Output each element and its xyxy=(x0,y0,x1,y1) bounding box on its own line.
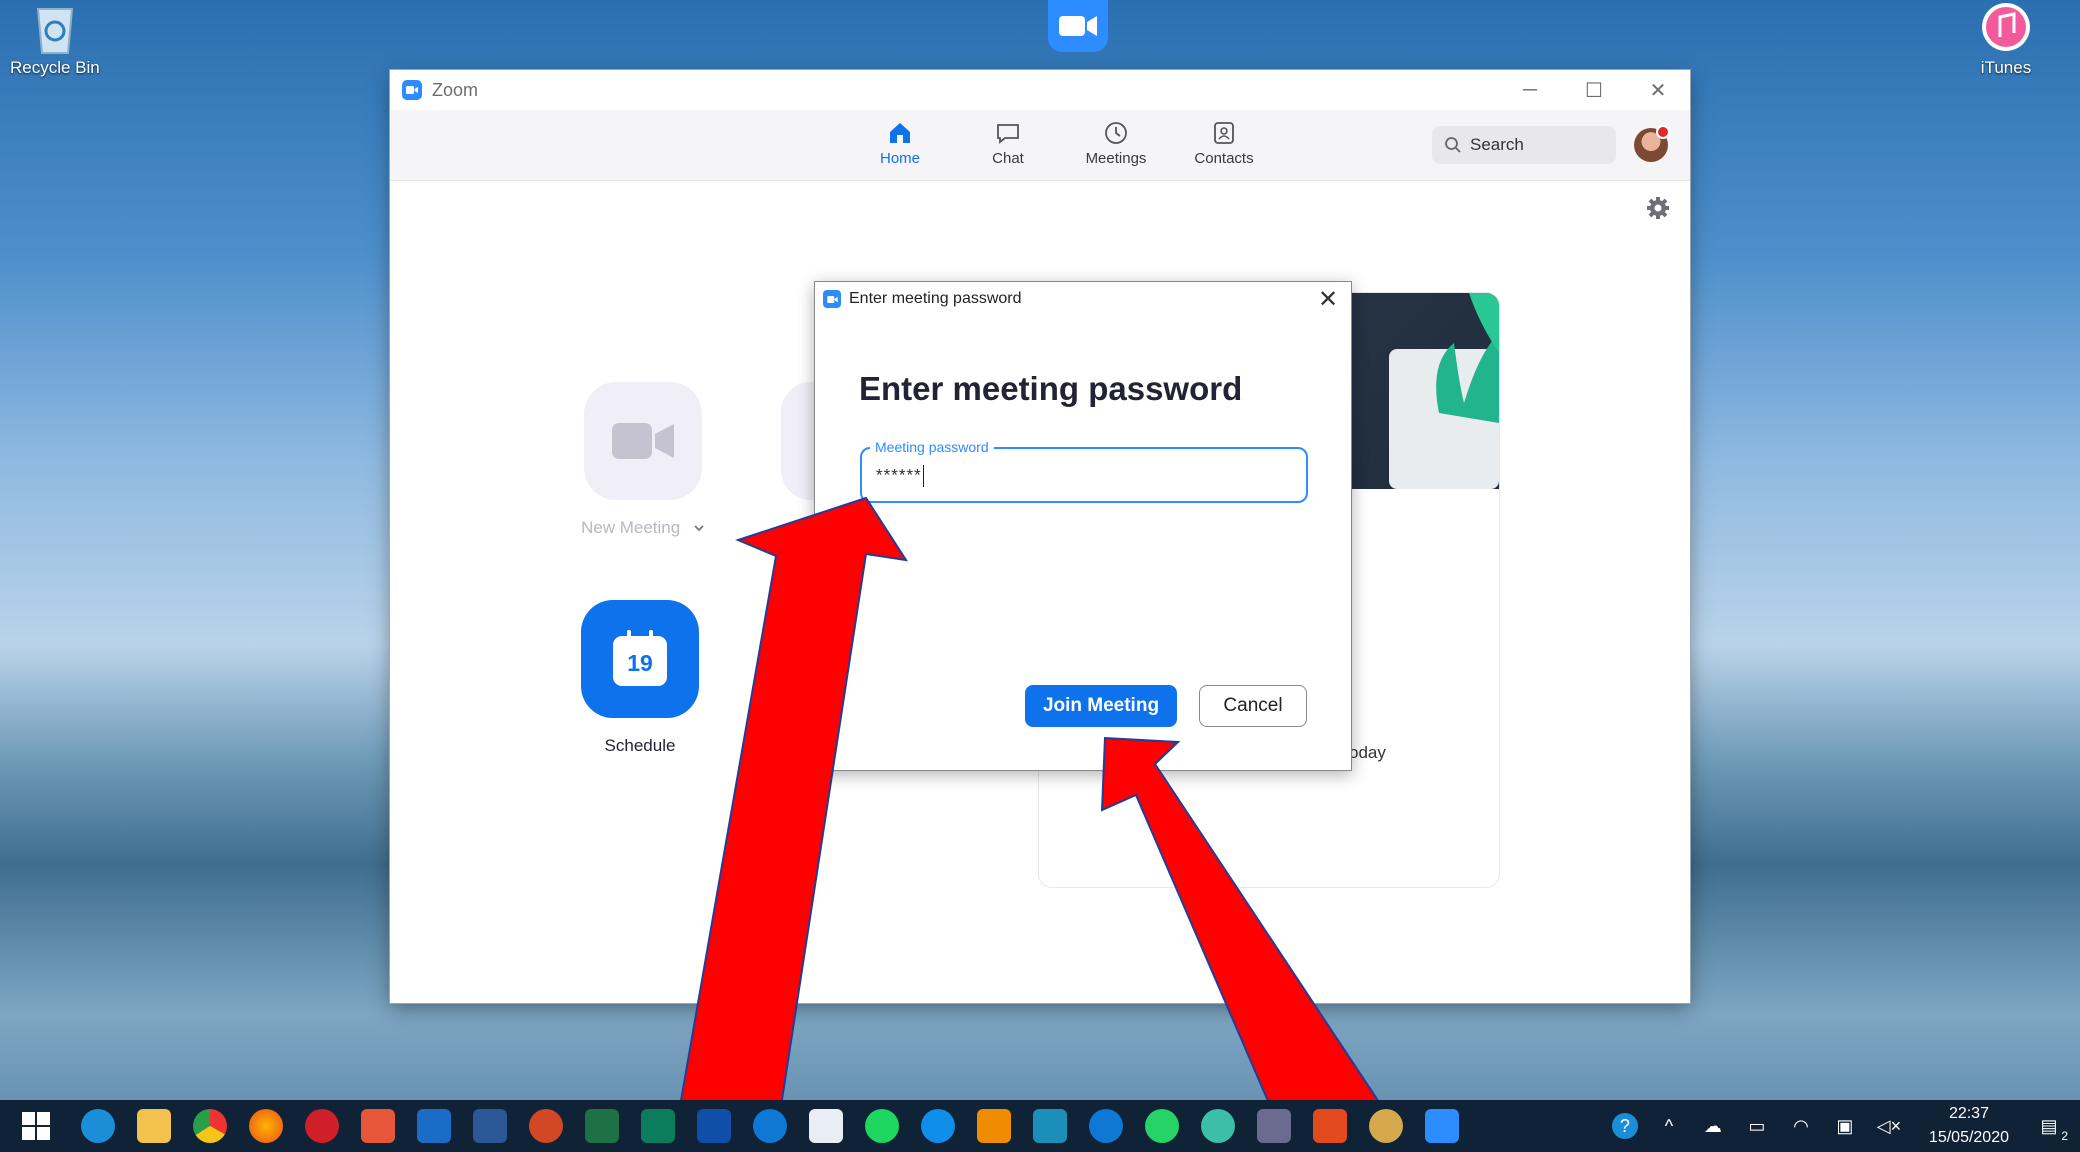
notification-count: 2 xyxy=(2061,1129,2068,1143)
close-window-button[interactable]: ✕ xyxy=(1626,70,1690,110)
gear-icon[interactable] xyxy=(1646,196,1670,220)
clock-time: 22:37 xyxy=(1948,1105,1989,1122)
text-caret xyxy=(922,465,924,487)
schedule-button[interactable]: 19 Schedule xyxy=(581,600,699,756)
opera-icon[interactable] xyxy=(305,1109,339,1143)
whatsapp-icon[interactable] xyxy=(1145,1109,1179,1143)
desktop-icon-label: iTunes xyxy=(1980,58,2032,77)
dialog-heading: Enter meeting password xyxy=(859,370,1243,407)
dialog-close-button[interactable]: ✕ xyxy=(1315,286,1341,313)
chat-icon xyxy=(997,124,1019,144)
dialog-titlebar: Enter meeting password xyxy=(815,282,1351,316)
word-icon[interactable] xyxy=(473,1109,507,1143)
app-icon[interactable] xyxy=(1033,1109,1067,1143)
password-value: ****** xyxy=(876,465,922,485)
spotify-icon[interactable] xyxy=(865,1109,899,1143)
cancel-button[interactable]: Cancel xyxy=(1199,685,1307,727)
taskbar: ? ^ ☁ ▭ ◠ ▣ ◁× 22:37 15/05/2020 ▤ 2 xyxy=(0,1100,2080,1152)
cloud-icon[interactable]: ☁ xyxy=(1700,1113,1726,1139)
paint-icon[interactable] xyxy=(1369,1109,1403,1143)
app-icon[interactable] xyxy=(697,1109,731,1143)
skype-icon[interactable] xyxy=(753,1109,787,1143)
notification-dot xyxy=(1656,125,1670,139)
new-meeting-label: New Meeting xyxy=(581,518,681,537)
new-meeting-tile xyxy=(583,382,702,500)
tab-meetings[interactable]: Meetings xyxy=(1062,120,1170,167)
powerpoint-icon[interactable] xyxy=(529,1109,563,1143)
volume-muted-icon[interactable]: ◁× xyxy=(1876,1113,1902,1139)
app-icon[interactable] xyxy=(361,1109,395,1143)
avatar[interactable] xyxy=(1634,125,1670,162)
clock[interactable]: 22:37 15/05/2020 xyxy=(1929,1102,2009,1150)
minimize-button[interactable]: ─ xyxy=(1498,70,1562,110)
dialog-title: Enter meeting password xyxy=(849,290,1022,307)
network-icon[interactable]: ▣ xyxy=(1832,1113,1858,1139)
tab-label: Home xyxy=(879,150,920,167)
top-navbar: Home Chat Meetings Contacts Search xyxy=(390,110,1690,181)
video-camera-icon xyxy=(611,423,674,459)
window-titlebar: Zoom xyxy=(390,70,1690,110)
card-partial-text: oday xyxy=(1349,743,1386,762)
zoom-logo-icon xyxy=(823,290,841,308)
meeting-password-label: Meeting password xyxy=(870,439,994,455)
vlc-icon[interactable] xyxy=(977,1109,1011,1143)
outlook-icon[interactable] xyxy=(417,1109,451,1143)
meeting-password-input[interactable]: ****** xyxy=(876,465,1276,487)
help-icon[interactable]: ? xyxy=(1611,1113,1638,1139)
schedule-label: Schedule xyxy=(604,736,676,755)
contacts-icon xyxy=(1214,122,1234,144)
desktop-icon-recycle-bin[interactable]: Recycle Bin xyxy=(10,0,100,78)
firefox-icon[interactable] xyxy=(249,1109,283,1143)
search-box[interactable]: Search xyxy=(1432,126,1616,164)
desktop-icon-label: Recycle Bin xyxy=(10,58,100,77)
clock-date: 15/05/2020 xyxy=(1928,1129,2009,1146)
app-icon[interactable] xyxy=(1257,1109,1291,1143)
zoom-logo-icon xyxy=(402,80,422,100)
shield-icon[interactable] xyxy=(809,1109,843,1143)
battery-icon[interactable]: ▭ xyxy=(1744,1113,1770,1139)
search-icon xyxy=(1445,137,1461,153)
search-placeholder: Search xyxy=(1470,135,1524,154)
join-meeting-button[interactable]: Join Meeting xyxy=(1025,685,1177,727)
desktop-icon-itunes[interactable]: iTunes xyxy=(1974,0,2038,78)
chevron-up-icon[interactable]: ^ xyxy=(1656,1113,1682,1139)
excel-icon[interactable] xyxy=(585,1109,619,1143)
teamviewer-icon[interactable] xyxy=(921,1109,955,1143)
tab-label: Chat xyxy=(992,150,1024,167)
system-tray: ? ^ ☁ ▭ ◠ ▣ ◁× 22:37 15/05/2020 ▤ 2 xyxy=(1603,1100,2080,1152)
windows-start-icon[interactable] xyxy=(22,1112,50,1140)
app-icon[interactable] xyxy=(1201,1109,1235,1143)
recycle-bin-icon xyxy=(23,0,87,58)
password-dialog: Enter meeting password ✕ Enter meeting p… xyxy=(814,281,1352,771)
new-meeting-button[interactable]: New Meeting xyxy=(581,382,705,538)
edge-icon[interactable] xyxy=(81,1109,115,1143)
tab-home[interactable]: Home xyxy=(846,120,954,167)
publisher-icon[interactable] xyxy=(641,1109,675,1143)
tab-label: Contacts xyxy=(1194,150,1254,167)
skype-icon[interactable] xyxy=(1089,1109,1123,1143)
tab-chat[interactable]: Chat xyxy=(954,120,1062,167)
chevron-down-icon[interactable] xyxy=(693,523,705,533)
file-explorer-icon[interactable] xyxy=(137,1109,171,1143)
clock-icon xyxy=(1105,122,1127,144)
tab-contacts[interactable]: Contacts xyxy=(1170,120,1278,167)
desktop-icon-zoom[interactable] xyxy=(1048,0,1108,52)
chrome-icon[interactable] xyxy=(193,1109,227,1143)
maximize-button[interactable]: ☐ xyxy=(1562,70,1626,110)
home-icon xyxy=(890,123,910,143)
office-icon[interactable] xyxy=(1313,1109,1347,1143)
wifi-icon[interactable]: ◠ xyxy=(1788,1113,1814,1139)
calendar-day: 19 xyxy=(627,649,653,676)
schedule-tile: 19 xyxy=(581,600,699,718)
notifications-icon[interactable]: ▤ 2 xyxy=(2036,1113,2068,1144)
zoom-app-icon xyxy=(1048,0,1108,52)
meeting-password-field[interactable]: Meeting password ****** xyxy=(860,439,1308,503)
tab-label: Meetings xyxy=(1085,150,1147,167)
itunes-icon xyxy=(1974,0,2038,58)
zoom-taskbar-icon[interactable] xyxy=(1425,1109,1459,1143)
window-title: Zoom xyxy=(432,79,479,100)
